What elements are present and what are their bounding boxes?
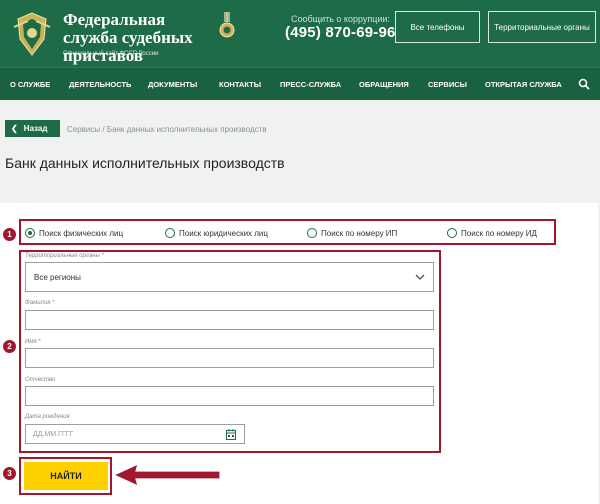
find-button[interactable]: НАЙТИ (24, 462, 108, 490)
radio-selected-icon (25, 228, 35, 238)
birthdate-input[interactable]: ДД.ММ.ГГГГ (25, 424, 245, 444)
region-select-value: Все регионы (34, 272, 81, 282)
nav-item-about[interactable]: О СЛУЖБЕ (10, 80, 50, 89)
territorial-bodies-button[interactable]: Территориальные органы (488, 11, 596, 43)
nav-item-services[interactable]: СЕРВИСЫ (428, 80, 467, 89)
all-phones-button[interactable]: Все телефоны (395, 11, 480, 43)
step-marker-3: 3 (2, 466, 17, 481)
page-title: Банк данных исполнительных производств (5, 155, 285, 171)
birthdate-label: Дата рождения (25, 414, 70, 420)
radio-legal-entities[interactable]: Поиск юридических лиц (165, 228, 268, 238)
step-marker-2: 2 (2, 339, 17, 354)
fssp-emblem-icon[interactable] (10, 9, 54, 57)
nav-item-appeals[interactable]: ОБРАЩЕНИЯ (359, 80, 409, 89)
corruption-label: Сообщить о коррупции: (291, 14, 390, 24)
nav-item-open-service[interactable]: ОТКРЫТАЯ СЛУЖБА (485, 80, 562, 89)
radio-label: Поиск физических лиц (39, 228, 124, 238)
back-button-label: Назад (23, 124, 48, 133)
brand-subtitle: Официальный сайт ФССП России (63, 51, 159, 57)
step-marker-1: 1 (2, 227, 17, 242)
surname-input[interactable] (25, 310, 434, 330)
radio-label: Поиск по номеру ИП (321, 228, 398, 238)
search-icon[interactable] (578, 78, 590, 90)
breadcrumb[interactable]: Сервисы / Банк данных исполнительных про… (67, 125, 267, 134)
region-select[interactable]: Все регионы (25, 262, 434, 292)
arrow-left-icon (112, 462, 221, 488)
back-button[interactable]: ❮ Назад (5, 120, 60, 137)
main-nav: О СЛУЖБЕ ДЕЯТЕЛЬНОСТЬ ДОКУМЕНТЫ КОНТАКТЫ… (0, 67, 600, 100)
nav-item-documents[interactable]: ДОКУМЕНТЫ (148, 80, 197, 89)
chevron-down-icon (415, 274, 425, 280)
radio-ip-number[interactable]: Поиск по номеру ИП (307, 228, 397, 238)
radio-id-number[interactable]: Поиск по номеру ИД (447, 228, 537, 238)
patronymic-label: Отчество (25, 377, 56, 383)
radio-unselected-icon (165, 228, 175, 238)
radio-individuals[interactable]: Поиск физических лиц (25, 228, 123, 238)
nav-item-contacts[interactable]: КОНТАКТЫ (219, 80, 261, 89)
chevron-left-icon: ❮ (11, 124, 18, 133)
radio-label: Поиск юридических лиц (179, 228, 268, 238)
nav-item-activity[interactable]: ДЕЯТЕЛЬНОСТЬ (69, 80, 131, 89)
radio-unselected-icon (307, 228, 317, 238)
nav-item-press[interactable]: ПРЕСС-СЛУЖБА (280, 80, 341, 89)
name-label: Имя * (25, 339, 41, 345)
radio-unselected-icon (447, 228, 457, 238)
radio-label: Поиск по номеру ИД (461, 228, 537, 238)
name-input[interactable] (25, 348, 434, 368)
hotline-phone[interactable]: (495) 870-69-96 (285, 24, 396, 41)
medal-icon (219, 12, 235, 38)
calendar-icon[interactable] (226, 429, 236, 440)
birthdate-placeholder: ДД.ММ.ГГГГ (33, 430, 74, 438)
site-header: Федеральная служба судебных приставов Оф… (0, 0, 600, 67)
surname-label: Фамилия * (25, 300, 55, 306)
region-label: Территориальные органы * (25, 253, 104, 259)
patronymic-input[interactable] (25, 386, 434, 406)
